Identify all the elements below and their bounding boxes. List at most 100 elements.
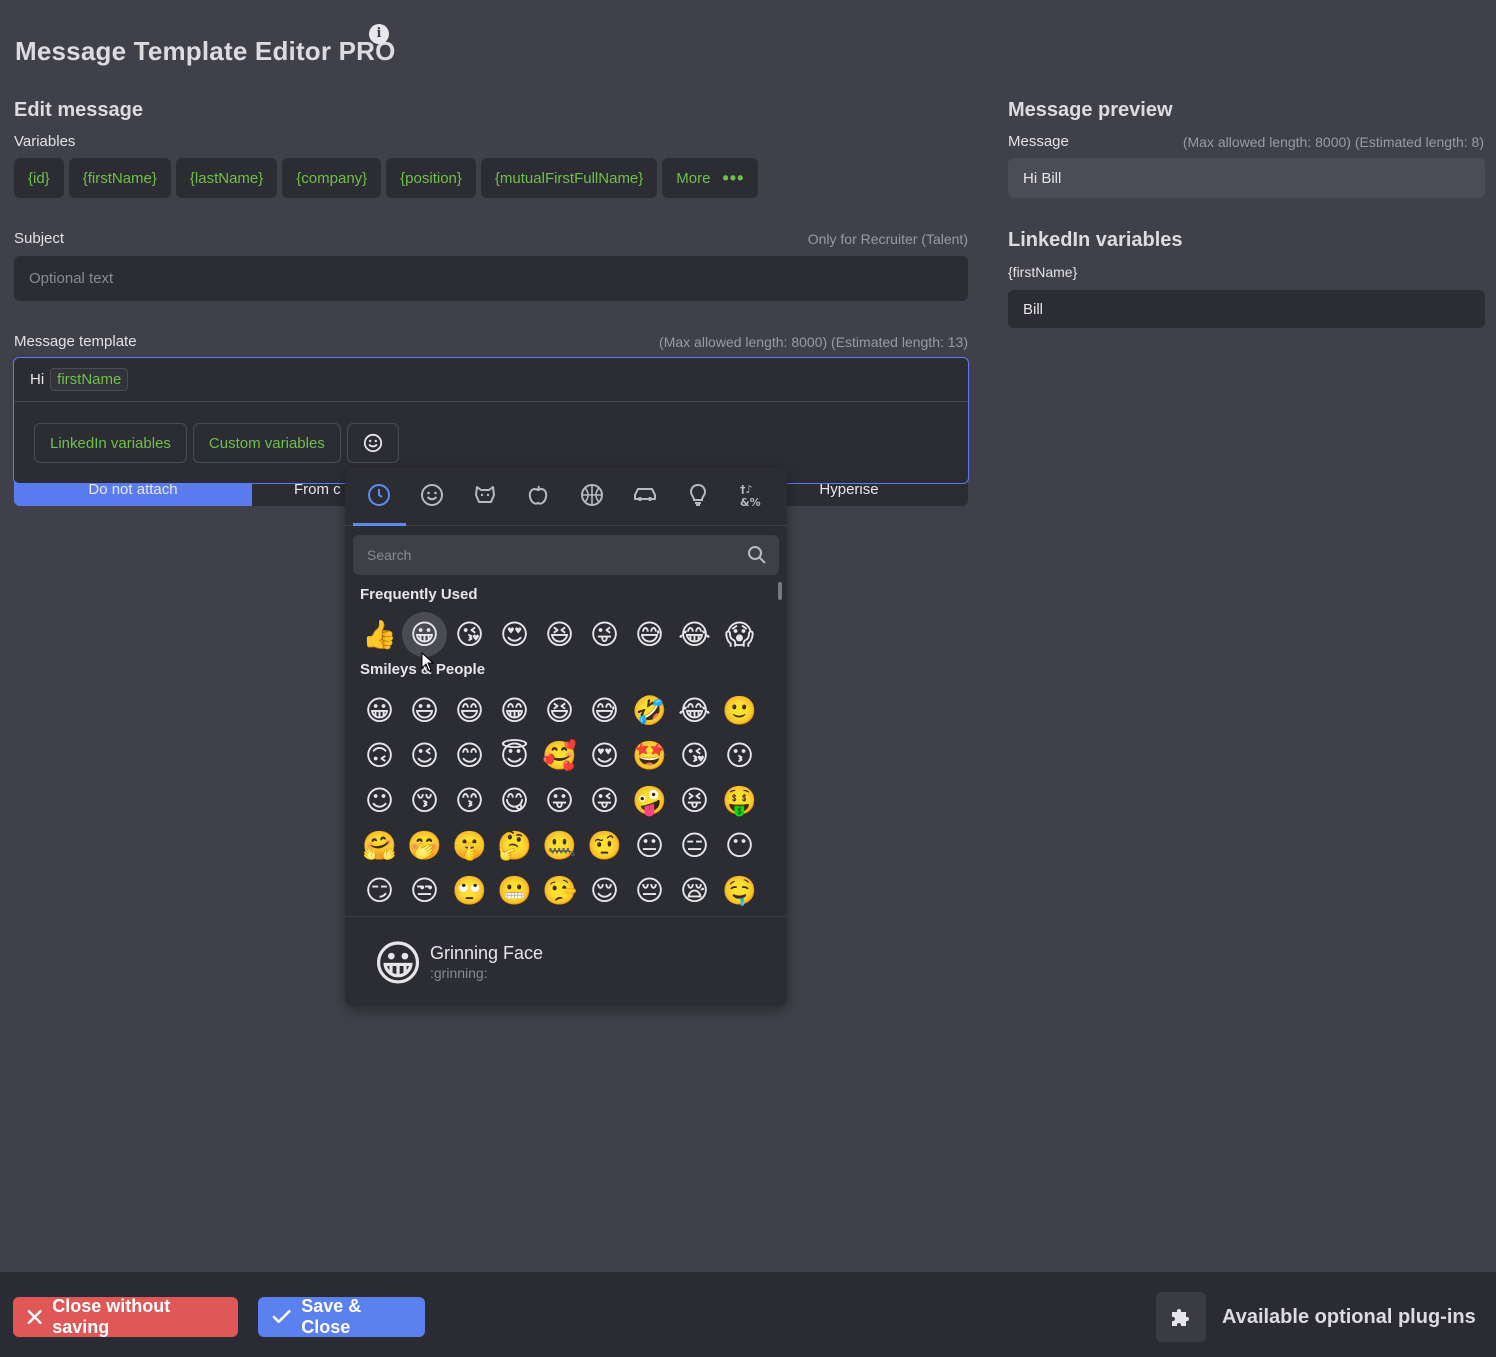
emoji-smiley-37[interactable]: 😒: [402, 868, 447, 913]
emoji-smiley-36[interactable]: 😏: [357, 868, 402, 913]
emoji-laughing[interactable]: 😆: [537, 612, 582, 657]
emoji-smiley-35[interactable]: 😶: [717, 823, 762, 868]
emoji-search-placeholder: Search: [367, 547, 412, 563]
emoji-kissing-heart[interactable]: 😘: [447, 612, 492, 657]
smiley-icon: [363, 433, 382, 453]
emoji-scream[interactable]: 😱: [717, 612, 762, 657]
plugins-button[interactable]: [1156, 1292, 1206, 1342]
firstname-value: Bill: [1023, 300, 1044, 318]
emoji-smiley-19[interactable]: 😚: [402, 778, 447, 823]
emoji-smiley-33[interactable]: 😐: [627, 823, 672, 868]
subject-input[interactable]: Optional text: [14, 256, 968, 301]
emoji-smiley-7[interactable]: 😂: [672, 688, 717, 733]
emoji-smiley-5[interactable]: 😅: [582, 688, 627, 733]
emoji-smiley-24[interactable]: 🤪: [627, 778, 672, 823]
close-without-saving-button[interactable]: Close without saving: [13, 1296, 238, 1337]
emoji-smiley-41[interactable]: 😌: [582, 868, 627, 913]
firstname-value-input[interactable]: Bill: [1008, 290, 1485, 328]
emoji-smiley-9[interactable]: 🙃: [357, 733, 402, 778]
emoji-smiley-39[interactable]: 😬: [492, 868, 537, 913]
emoji-smiley-15[interactable]: 🤩: [627, 733, 672, 778]
emoji-smiley-0[interactable]: 😀: [357, 688, 402, 733]
emoji-smiley-23[interactable]: 😜: [582, 778, 627, 823]
linkedin-variables-title: LinkedIn variables: [1008, 229, 1183, 251]
variable-chip-mutualfirstfullname[interactable]: {mutualFirstFullName}: [480, 158, 658, 198]
emoji-smiley-42[interactable]: 😔: [627, 868, 672, 913]
svg-text:†♪: †♪: [740, 483, 753, 496]
symbols-icon[interactable]: †♪ &%: [737, 480, 767, 510]
variable-chips: {id} {firstName} {lastName} {company} {p…: [14, 158, 759, 198]
svg-text:&%: &%: [740, 496, 761, 508]
emoji-heart-eyes[interactable]: 😍: [492, 612, 537, 657]
emoji-joy[interactable]: 😂: [672, 612, 717, 657]
smiley-icon[interactable]: [417, 480, 447, 510]
info-icon[interactable]: i: [369, 24, 389, 44]
emoji-smiley-38[interactable]: 🙄: [447, 868, 492, 913]
emoji-smiley-22[interactable]: 😛: [537, 778, 582, 823]
emoji-smiley-8[interactable]: 🙂: [717, 688, 762, 733]
emoji-smiley-18[interactable]: ☺: [357, 778, 402, 823]
save-and-close-button[interactable]: Save & Close: [258, 1296, 425, 1337]
emoji-sweat-smile[interactable]: 😅: [627, 612, 672, 657]
template-text: Hi: [30, 371, 45, 388]
emoji-search-input[interactable]: Search: [353, 535, 779, 575]
emoji-smiley-34[interactable]: 😑: [672, 823, 717, 868]
emoji-smiley-6[interactable]: 🤣: [627, 688, 672, 733]
emoji-smiley-13[interactable]: 🥰: [537, 733, 582, 778]
emoji-smiley-4[interactable]: 😆: [537, 688, 582, 733]
template-variable-tag[interactable]: firstName: [50, 368, 129, 391]
emoji-smiley-10[interactable]: 😉: [402, 733, 447, 778]
clock-icon[interactable]: [364, 480, 394, 510]
emoji-smiley-12[interactable]: 😇: [492, 733, 537, 778]
frequently-used-grid: 👍 😀 😘 😍 😆 😜 😅 😂 😱: [357, 612, 762, 657]
emoji-smiley-17[interactable]: 😗: [717, 733, 762, 778]
emoji-button[interactable]: [346, 423, 399, 463]
emoji-preview-icon: 😀: [372, 936, 424, 992]
emoji-smiley-26[interactable]: 🤑: [717, 778, 762, 823]
variable-chip-firstname[interactable]: {firstName}: [68, 158, 171, 198]
emoji-smiley-20[interactable]: 😙: [447, 778, 492, 823]
food-icon[interactable]: [523, 480, 553, 510]
check-icon: [272, 1309, 291, 1324]
emoji-thumbs-up[interactable]: 👍: [357, 612, 402, 657]
emoji-smiley-43[interactable]: 😪: [672, 868, 717, 913]
search-icon: [748, 546, 766, 564]
variables-label: Variables: [14, 133, 76, 150]
more-variables-button[interactable]: More •••: [662, 158, 759, 198]
objects-icon[interactable]: [683, 480, 713, 510]
template-text-line[interactable]: Hi firstName: [14, 358, 968, 402]
linkedin-variables-button[interactable]: LinkedIn variables: [34, 423, 187, 463]
edit-message-title: Edit message: [14, 99, 143, 121]
emoji-smiley-11[interactable]: 😊: [447, 733, 492, 778]
emoji-smiley-1[interactable]: 😃: [402, 688, 447, 733]
emoji-smiley-31[interactable]: 🤐: [537, 823, 582, 868]
custom-variables-button[interactable]: Custom variables: [192, 423, 341, 463]
emoji-smiley-27[interactable]: 🤗: [357, 823, 402, 868]
variable-chip-position[interactable]: {position}: [386, 158, 476, 198]
message-preview-title: Message preview: [1008, 99, 1173, 121]
message-template-editor[interactable]: Hi firstName LinkedIn variables Custom v…: [13, 357, 969, 484]
emoji-smiley-14[interactable]: 😍: [582, 733, 627, 778]
emoji-smiley-28[interactable]: 🤭: [402, 823, 447, 868]
emoji-smiley-21[interactable]: 😋: [492, 778, 537, 823]
emoji-category-bar: †♪ &%: [345, 468, 787, 526]
emoji-smiley-16[interactable]: 😘: [672, 733, 717, 778]
activity-icon[interactable]: [577, 480, 607, 510]
variable-chip-company[interactable]: {company}: [282, 158, 382, 198]
smileys-people-grid: 😀 😃 😄 😁 😆 😅 🤣 😂 🙂 🙃 😉 😊 😇 🥰 😍 🤩 😘 😗 ☺ 😚 😙 😋 😛 😜 🤪 😝 🤑 🤗 🤭 🤫 🤔 🤐 🤨 😐 😑 😶 😏 😒 🙄 😬…: [357, 688, 762, 913]
emoji-smiley-32[interactable]: 🤨: [582, 823, 627, 868]
travel-icon[interactable]: [630, 480, 660, 510]
variable-chip-lastname[interactable]: {lastName}: [175, 158, 278, 198]
emoji-smiley-30[interactable]: 🤔: [492, 823, 537, 868]
emoji-smiley-25[interactable]: 😝: [672, 778, 717, 823]
emoji-winking-tongue[interactable]: 😜: [582, 612, 627, 657]
emoji-smiley-29[interactable]: 🤫: [447, 823, 492, 868]
animal-icon[interactable]: [470, 480, 500, 510]
emoji-smiley-2[interactable]: 😄: [447, 688, 492, 733]
variable-chip-id[interactable]: {id}: [14, 158, 64, 198]
emoji-smiley-40[interactable]: 🤥: [537, 868, 582, 913]
emoji-smiley-3[interactable]: 😁: [492, 688, 537, 733]
emoji-smiley-44[interactable]: 🤤: [717, 868, 762, 913]
emoji-scrollbar[interactable]: [778, 582, 782, 600]
emoji-grinning-face[interactable]: 😀: [402, 612, 447, 657]
